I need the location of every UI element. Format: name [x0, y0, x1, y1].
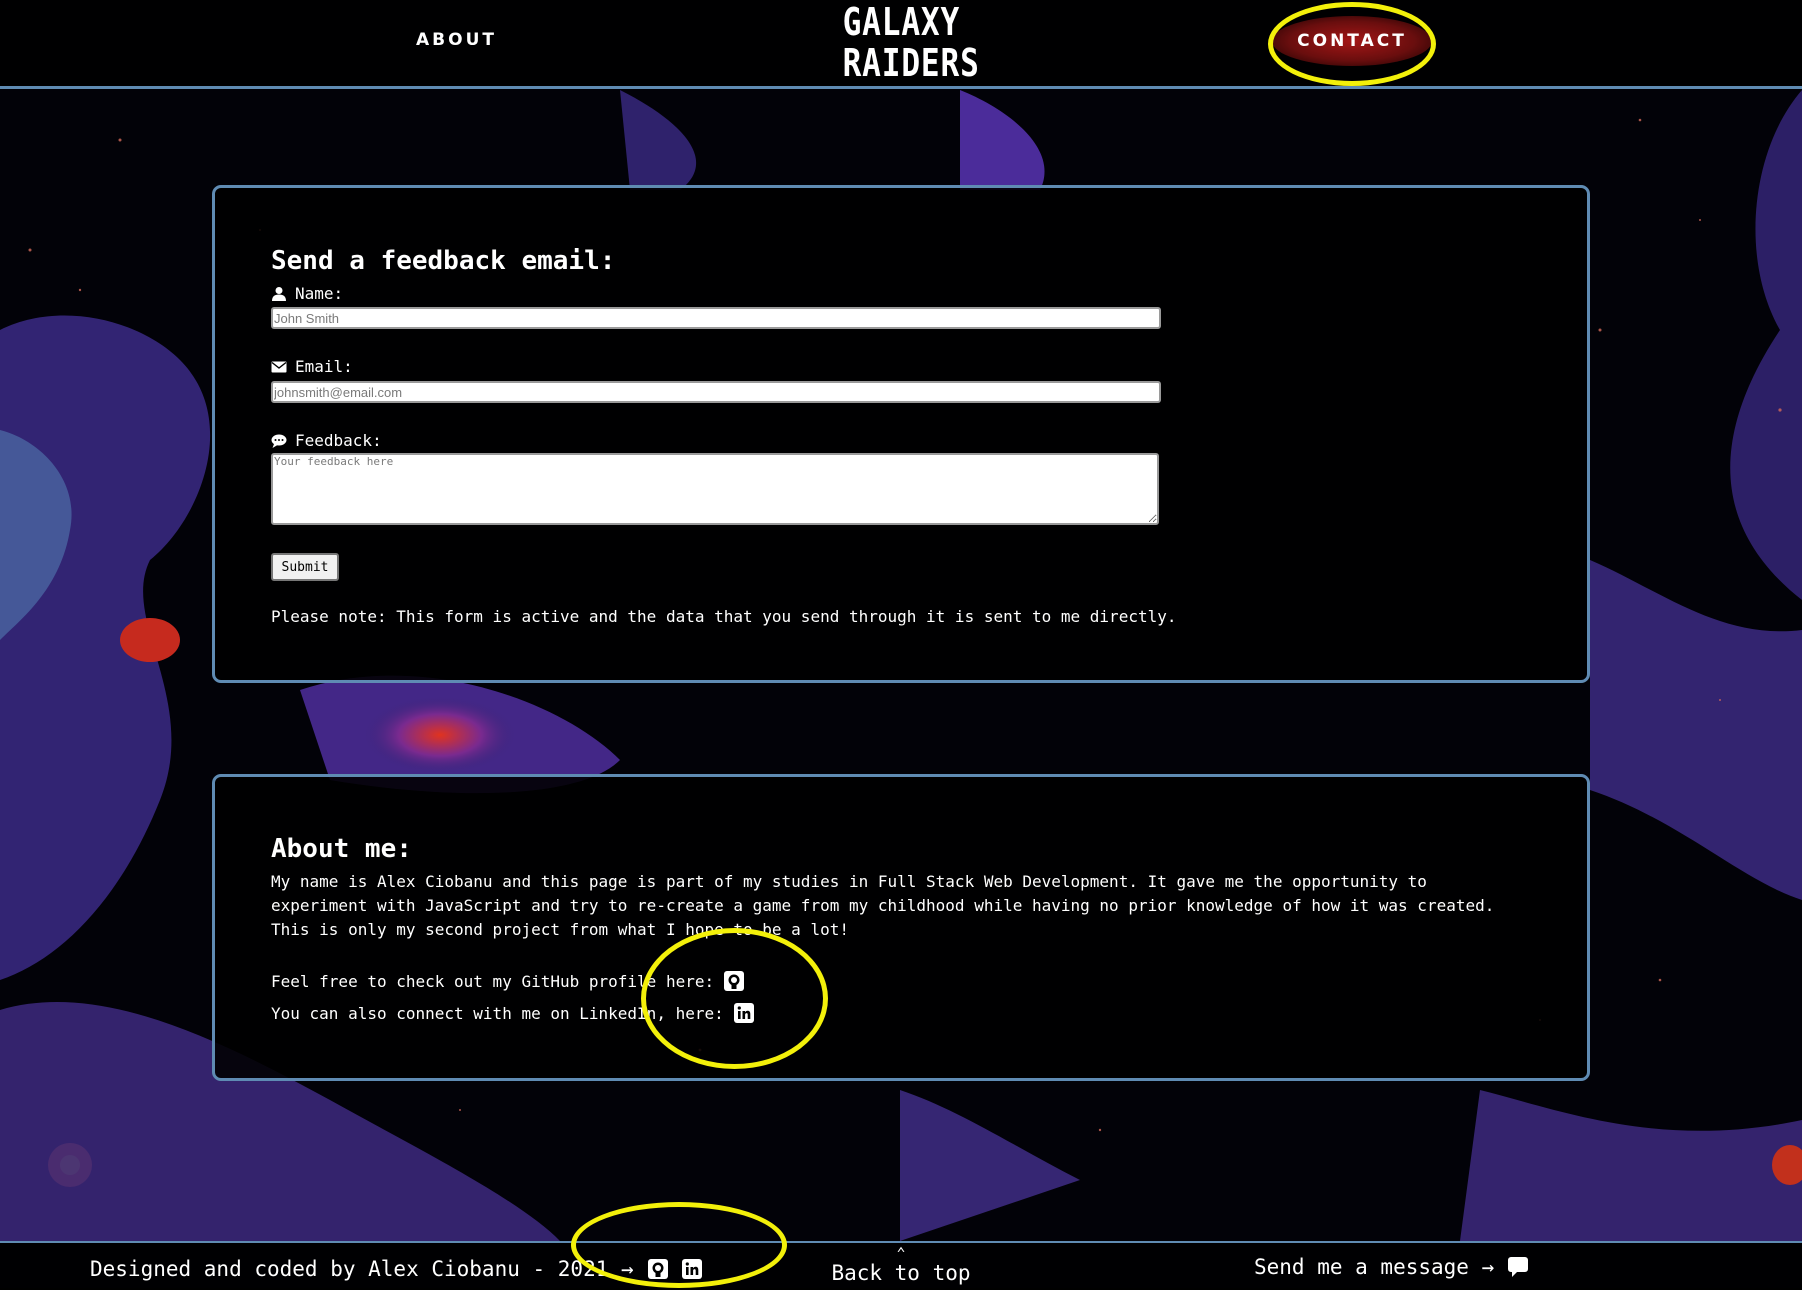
- form-title: Send a feedback email:: [271, 246, 616, 276]
- footer-github-icon[interactable]: [647, 1259, 668, 1279]
- email-label: Email:: [271, 357, 353, 376]
- back-to-top-link[interactable]: ⌃ Back to top: [826, 1245, 976, 1285]
- about-title: About me:: [271, 834, 412, 864]
- about-me-panel: About me: My name is Alex Ciobanu and th…: [212, 774, 1590, 1081]
- submit-button[interactable]: Submit: [271, 553, 339, 581]
- github-line: Feel free to check out my GitHub profile…: [271, 971, 745, 991]
- back-to-top-text: Back to top: [831, 1261, 971, 1285]
- about-body: My name is Alex Ciobanu and this page is…: [271, 872, 1495, 939]
- user-icon: [272, 286, 286, 301]
- email-label-text: Email:: [295, 357, 353, 376]
- site-footer: Designed and coded by Alex Ciobanu - 202…: [0, 1241, 1802, 1290]
- footer-credit-text: Designed and coded by Alex Ciobanu - 202…: [90, 1257, 634, 1281]
- nav-about-link[interactable]: ABOUT: [416, 30, 497, 50]
- feedback-label: Feedback:: [271, 431, 382, 450]
- nav-contact-link[interactable]: CONTACT: [1272, 16, 1432, 66]
- footer-linkedin-icon[interactable]: [681, 1259, 702, 1279]
- form-note: Please note: This form is active and the…: [271, 607, 1177, 626]
- chat-bubble-icon: [1508, 1257, 1529, 1277]
- send-message-text: Send me a message →: [1254, 1255, 1495, 1279]
- github-line-text: Feel free to check out my GitHub profile…: [271, 971, 715, 991]
- comment-icon: [271, 434, 287, 448]
- feedback-form-panel: Send a feedback email: Name: Email: Feed…: [212, 185, 1590, 683]
- caret-up-icon: ⌃: [896, 1244, 906, 1262]
- logo-line-2: RAIDERS: [842, 41, 980, 85]
- github-icon[interactable]: [724, 971, 745, 991]
- footer-credit: Designed and coded by Alex Ciobanu - 202…: [90, 1257, 702, 1281]
- logo-line-1: GALAXY: [842, 0, 961, 44]
- linkedin-line-text: You can also connect with me on LinkedIn…: [271, 1003, 724, 1023]
- site-logo[interactable]: GALAXY RAIDERS: [842, 0, 980, 85]
- send-message-link[interactable]: Send me a message →: [1254, 1255, 1529, 1279]
- feedback-textarea[interactable]: [271, 453, 1159, 525]
- name-input[interactable]: [271, 307, 1161, 329]
- name-label: Name:: [271, 284, 343, 303]
- email-input[interactable]: [271, 381, 1161, 403]
- linkedin-line: You can also connect with me on LinkedIn…: [271, 1003, 754, 1023]
- top-navbar: ABOUT GALAXY RAIDERS CONTACT: [0, 0, 1802, 89]
- linkedin-icon[interactable]: [733, 1003, 754, 1023]
- name-label-text: Name:: [295, 284, 344, 303]
- feedback-label-text: Feedback:: [295, 431, 382, 450]
- envelope-icon: [271, 361, 287, 372]
